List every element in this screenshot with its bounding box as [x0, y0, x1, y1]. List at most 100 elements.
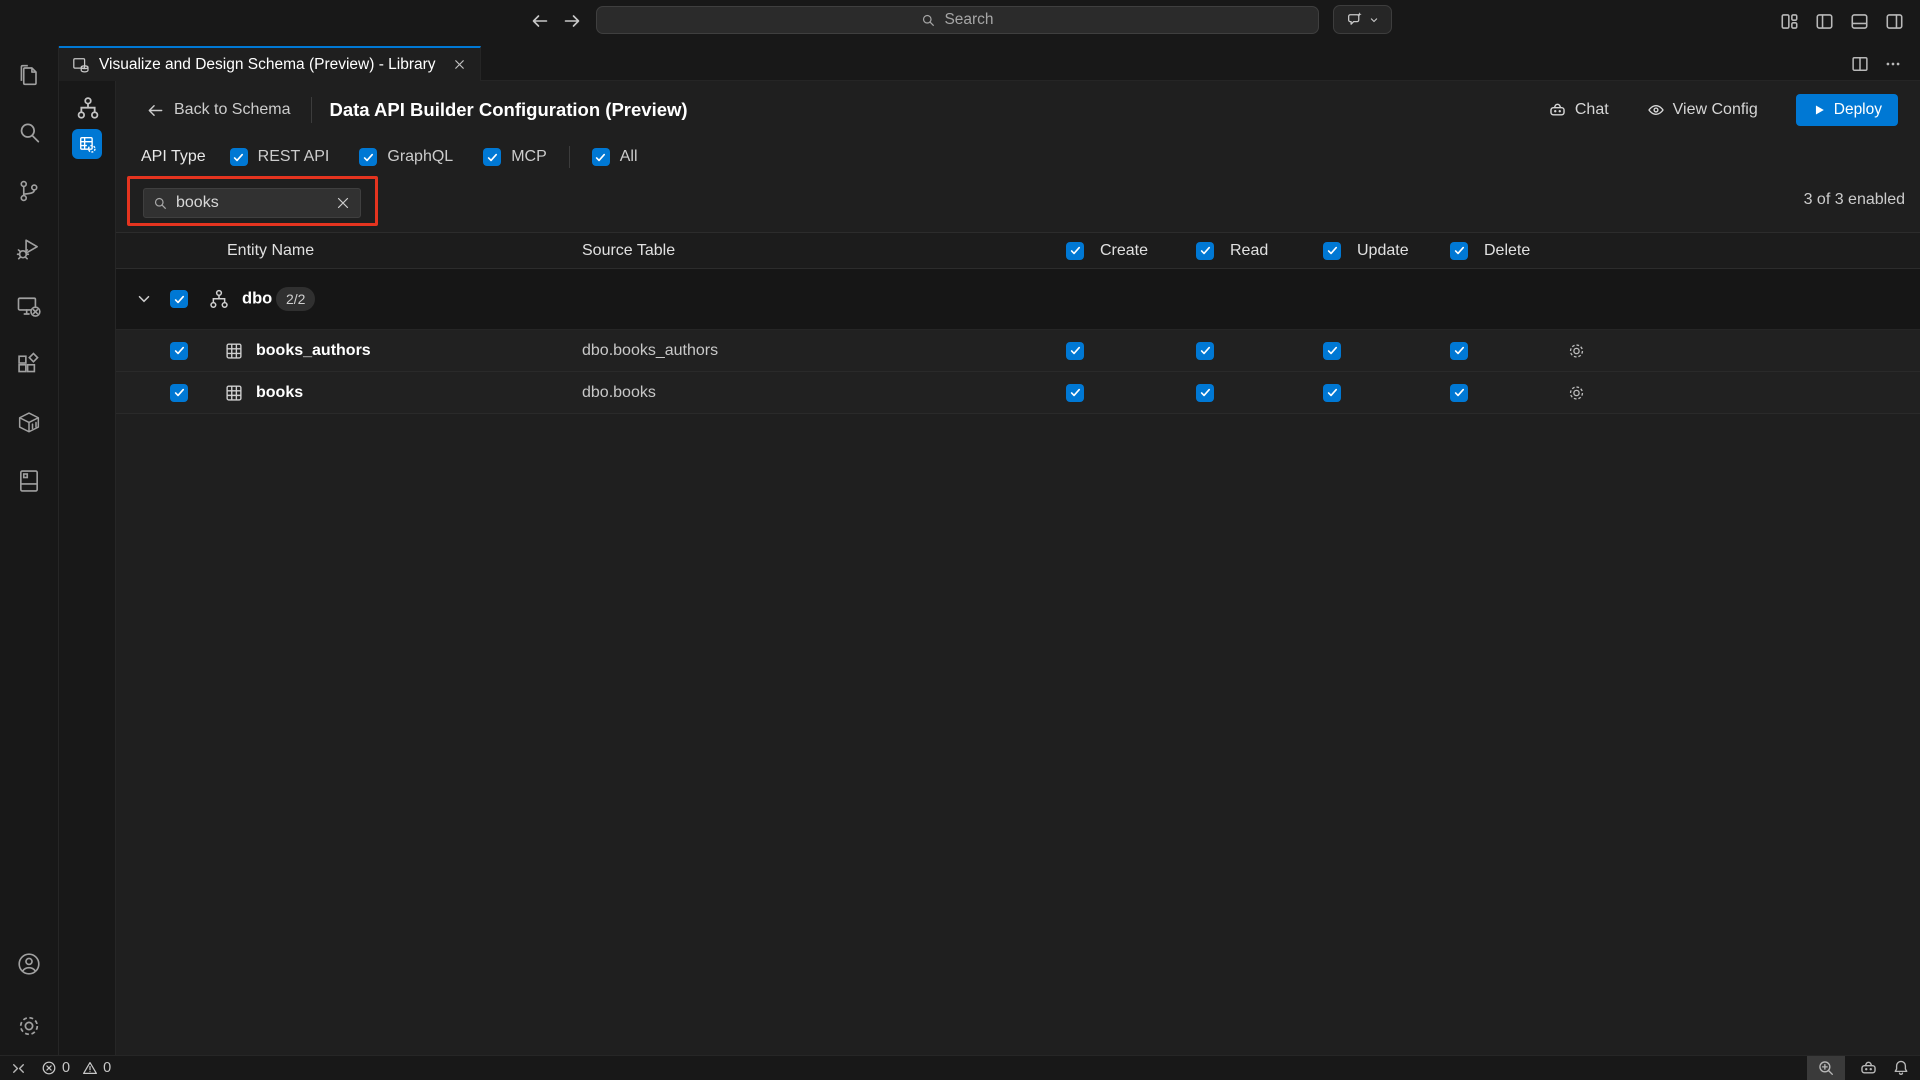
group-count-badge: 2/2	[276, 287, 315, 311]
table-header-row: Entity Name Source Table Create Read Upd…	[116, 232, 1920, 269]
schema-hierarchy-icon	[75, 95, 101, 121]
play-icon	[1812, 103, 1826, 117]
delete-all-checkbox[interactable]	[1450, 242, 1468, 260]
toggle-panel-button[interactable]	[1847, 8, 1871, 34]
read-all-checkbox[interactable]	[1196, 242, 1214, 260]
nav-forward-button[interactable]	[559, 8, 585, 34]
entity-name: books	[256, 384, 303, 402]
copilot-menu-button[interactable]	[1333, 5, 1392, 34]
group-checkbox[interactable]	[170, 290, 188, 308]
activity-accounts-button[interactable]	[0, 935, 58, 993]
create-column-header[interactable]: Create	[1066, 242, 1148, 260]
status-bar: 0 0	[0, 1055, 1920, 1080]
delete-column-header[interactable]: Delete	[1450, 242, 1530, 260]
view-config-button[interactable]: View Config	[1647, 101, 1758, 119]
mcp-checkbox-item[interactable]: MCP	[483, 148, 547, 166]
update-checkbox[interactable]	[1323, 384, 1341, 402]
mcp-checkbox[interactable]	[483, 148, 501, 166]
read-column-header[interactable]: Read	[1196, 242, 1268, 260]
graphql-checkbox-item[interactable]: GraphQL	[359, 148, 453, 166]
source-table-column-header: Source Table	[582, 242, 675, 260]
create-checkbox[interactable]	[1066, 342, 1084, 360]
title-bar: Search	[0, 0, 1920, 46]
activity-container-button[interactable]	[0, 394, 58, 452]
entity-name: books_authors	[256, 342, 371, 360]
create-all-checkbox[interactable]	[1066, 242, 1084, 260]
remote-indicator-button[interactable]	[10, 1060, 27, 1077]
all-checkbox[interactable]	[592, 148, 610, 166]
all-checkbox-item[interactable]: All	[592, 148, 638, 166]
back-to-schema-button[interactable]: Back to Schema	[146, 101, 291, 120]
delete-checkbox[interactable]	[1450, 342, 1468, 360]
ellipsis-icon	[1884, 55, 1902, 73]
read-checkbox[interactable]	[1196, 342, 1214, 360]
chevron-down-icon	[1368, 14, 1380, 26]
gear-icon	[15, 1012, 43, 1040]
deploy-button[interactable]: Deploy	[1796, 94, 1898, 126]
row-settings-gear-button[interactable]	[1566, 340, 1587, 361]
activity-search-button[interactable]	[0, 104, 58, 162]
annotation-highlight: books	[127, 176, 378, 226]
customize-layout-button[interactable]	[1777, 8, 1801, 34]
error-count: 0	[62, 1060, 70, 1076]
chat-button[interactable]: Chat	[1548, 101, 1609, 120]
editor-more-actions-button[interactable]	[1884, 55, 1902, 73]
activity-database-button[interactable]	[0, 452, 58, 510]
activity-run-debug-button[interactable]	[0, 220, 58, 278]
problems-indicator[interactable]: 0 0	[41, 1056, 111, 1080]
arrow-left-icon	[530, 11, 550, 31]
nav-back-button[interactable]	[527, 8, 553, 34]
update-checkbox[interactable]	[1323, 342, 1341, 360]
row-checkbox[interactable]	[170, 342, 188, 360]
customize-layout-icon	[1779, 11, 1800, 32]
debug-icon	[15, 235, 43, 263]
create-checkbox[interactable]	[1066, 384, 1084, 402]
api-type-label: API Type	[141, 148, 206, 166]
row-settings-gear-button[interactable]	[1566, 382, 1587, 403]
table-icon	[224, 383, 244, 403]
error-icon	[41, 1060, 57, 1076]
create-column-label: Create	[1100, 242, 1148, 260]
activity-settings-button[interactable]	[0, 997, 58, 1055]
enabled-summary: 3 of 3 enabled	[1804, 191, 1905, 209]
entity-name-column-header: Entity Name	[227, 242, 314, 260]
row-checkbox[interactable]	[170, 384, 188, 402]
arrow-right-icon	[562, 11, 582, 31]
warning-count: 0	[103, 1060, 111, 1076]
view-schema-button[interactable]	[74, 94, 101, 121]
graphql-label: GraphQL	[387, 148, 453, 166]
activity-remote-explorer-button[interactable]	[0, 278, 58, 336]
delete-checkbox[interactable]	[1450, 384, 1468, 402]
command-center-search[interactable]: Search	[596, 6, 1319, 34]
activity-extensions-button[interactable]	[0, 336, 58, 394]
zoom-status-button[interactable]	[1807, 1056, 1845, 1080]
activity-explorer-button[interactable]	[0, 46, 58, 104]
group-expand-chevron[interactable]	[135, 290, 153, 308]
entity-search-input[interactable]: books	[143, 188, 361, 218]
tab-close-button[interactable]	[448, 54, 470, 76]
rest-api-checkbox[interactable]	[230, 148, 248, 166]
dab-config-button[interactable]	[72, 129, 102, 159]
account-icon	[15, 950, 43, 978]
notifications-bell-button[interactable]	[1892, 1059, 1910, 1077]
copilot-status-button[interactable]	[1859, 1059, 1878, 1078]
activity-source-control-button[interactable]	[0, 162, 58, 220]
search-icon	[153, 196, 168, 211]
split-editor-button[interactable]	[1850, 54, 1870, 74]
toggle-secondary-sidebar-button[interactable]	[1882, 8, 1906, 34]
activity-bar	[0, 46, 59, 1055]
schema-hierarchy-icon	[208, 288, 230, 310]
rest-api-checkbox-item[interactable]: REST API	[230, 148, 330, 166]
update-column-header[interactable]: Update	[1323, 242, 1409, 260]
update-all-checkbox[interactable]	[1323, 242, 1341, 260]
toggle-primary-sidebar-button[interactable]	[1812, 8, 1836, 34]
api-type-filter-row: API Type REST API GraphQL MCP All	[141, 144, 638, 170]
all-label: All	[620, 148, 638, 166]
read-checkbox[interactable]	[1196, 384, 1214, 402]
tab-visualize-design-schema[interactable]: Visualize and Design Schema (Preview) - …	[59, 46, 481, 81]
container-box-icon	[15, 409, 43, 437]
graphql-checkbox[interactable]	[359, 148, 377, 166]
clear-search-button[interactable]	[335, 195, 351, 211]
search-placeholder: Search	[944, 11, 993, 29]
table-icon	[224, 341, 244, 361]
